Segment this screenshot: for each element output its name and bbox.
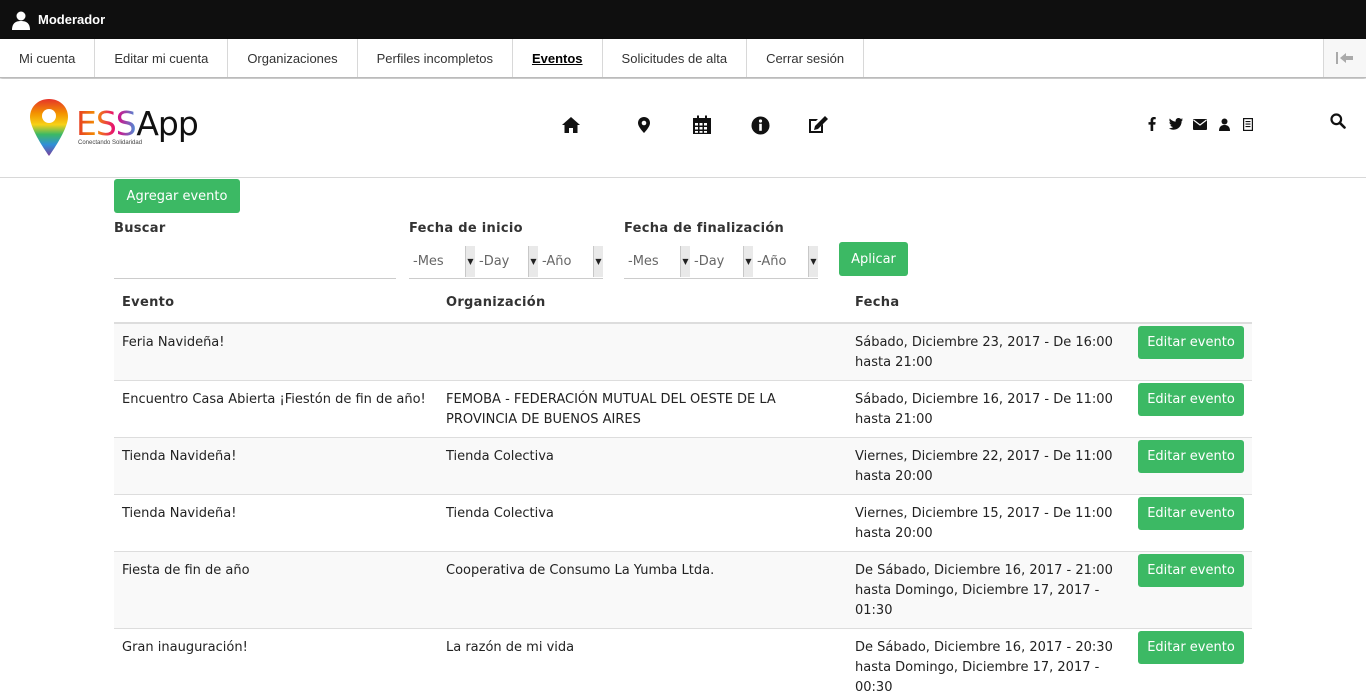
end-year-select[interactable]: -Año ▼ [753, 244, 818, 279]
event-name: Gran inauguración! [122, 640, 248, 655]
admin-toolbar: Moderador [0, 0, 1366, 39]
event-date: Viernes, Diciembre 22, 2017 - De 11:00 h… [855, 449, 1113, 484]
event-organization: La razón de mi vida [446, 640, 575, 655]
search-label: Buscar [114, 221, 166, 236]
event-name: Fiesta de fin de año [122, 563, 250, 578]
twitter-icon[interactable] [1164, 116, 1188, 132]
table-row: Fiesta de fin de año Cooperativa de Cons… [114, 552, 1252, 629]
end-date-label: Fecha de finalización [624, 221, 785, 236]
table-row: Encuentro Casa Abierta ¡Fiestón de fin d… [114, 381, 1252, 438]
edit-icon[interactable] [789, 113, 847, 137]
table-header: Evento Organización Fecha [114, 285, 1252, 324]
event-organization: Tienda Colectiva [446, 449, 554, 464]
event-date: De Sábado, Diciembre 16, 2017 - 20:30 ha… [855, 640, 1113, 695]
site-logo[interactable]: ESSApp Conectando Solidaridad [29, 98, 199, 158]
main-nav [557, 113, 847, 137]
table-row: Feria Navideña! Sábado, Diciembre 23, 20… [114, 324, 1252, 381]
start-month-value: -Mes [413, 253, 444, 269]
edit-event-button[interactable]: Editar evento [1138, 554, 1244, 587]
site-header: ESSApp Conectando Solidaridad [0, 79, 1366, 178]
info-icon[interactable] [731, 113, 789, 137]
search-input[interactable] [114, 244, 396, 279]
tab-organizaciones[interactable]: Organizaciones [228, 39, 358, 77]
social-links [1140, 116, 1260, 132]
home-icon[interactable] [557, 113, 615, 137]
start-date-label: Fecha de inicio [409, 221, 523, 236]
user-icon[interactable] [11, 10, 31, 30]
end-day-select[interactable]: -Day ▼ [690, 244, 753, 279]
edit-event-button[interactable]: Editar evento [1138, 440, 1244, 473]
tab-solicitudes-de-alta[interactable]: Solicitudes de alta [603, 39, 748, 77]
logo-wordmark: ESSApp [76, 104, 199, 143]
event-organization: FEMOBA - FEDERACIÓN MUTUAL DEL OESTE DE … [446, 392, 776, 427]
admin-tray: Mi cuenta Editar mi cuenta Organizacione… [0, 39, 1366, 78]
facebook-icon[interactable] [1140, 116, 1164, 132]
document-icon[interactable] [1236, 116, 1260, 132]
dropdown-arrow-icon: ▼ [465, 246, 475, 277]
calendar-icon[interactable] [673, 113, 731, 137]
events-table: Evento Organización Fecha Feria Navideña… [114, 285, 1252, 699]
envelope-icon[interactable] [1188, 116, 1212, 132]
event-name: Encuentro Casa Abierta ¡Fiestón de fin d… [122, 392, 426, 407]
edit-event-button[interactable]: Editar evento [1138, 326, 1244, 359]
tray-orientation-toggle[interactable] [1323, 39, 1366, 77]
tab-editar-mi-cuenta[interactable]: Editar mi cuenta [95, 39, 229, 77]
start-year-select[interactable]: -Año ▼ [538, 244, 603, 279]
table-row: Gran inauguración! La razón de mi vida D… [114, 629, 1252, 699]
edit-event-button[interactable]: Editar evento [1138, 631, 1244, 664]
user-icon[interactable] [1212, 116, 1236, 132]
search-icon[interactable] [1330, 113, 1346, 129]
collapse-left-icon [1336, 52, 1353, 64]
admin-user-label[interactable]: Moderador [38, 12, 105, 27]
map-marker-icon[interactable] [615, 113, 673, 137]
event-organization: Tienda Colectiva [446, 506, 554, 521]
event-date: Viernes, Diciembre 15, 2017 - De 11:00 h… [855, 506, 1113, 541]
apply-button[interactable]: Aplicar [839, 242, 908, 276]
column-header-organization: Organización [446, 295, 546, 310]
tab-perfiles-incompletos[interactable]: Perfiles incompletos [358, 39, 513, 77]
start-year-value: -Año [542, 253, 572, 269]
edit-event-button[interactable]: Editar evento [1138, 497, 1244, 530]
tab-cerrar-sesion[interactable]: Cerrar sesión [747, 39, 865, 77]
tab-mi-cuenta[interactable]: Mi cuenta [0, 39, 96, 77]
start-month-select[interactable]: -Mes ▼ [409, 244, 475, 279]
column-header-date: Fecha [855, 295, 900, 310]
start-day-select[interactable]: -Day ▼ [475, 244, 538, 279]
dropdown-arrow-icon: ▼ [528, 246, 538, 277]
event-name: Feria Navideña! [122, 335, 225, 350]
table-row: Tienda Navideña! Tienda Colectiva Vierne… [114, 438, 1252, 495]
tab-eventos[interactable]: Eventos [513, 39, 603, 77]
end-year-value: -Año [757, 253, 787, 269]
add-event-button[interactable]: Agregar evento [114, 179, 240, 213]
dropdown-arrow-icon: ▼ [808, 246, 818, 277]
event-name: Tienda Navideña! [122, 449, 237, 464]
dropdown-arrow-icon: ▼ [680, 246, 690, 277]
start-day-value: -Day [479, 253, 510, 269]
end-month-value: -Mes [628, 253, 659, 269]
column-header-event: Evento [122, 295, 175, 310]
event-organization: Cooperativa de Consumo La Yumba Ltda. [446, 563, 715, 578]
event-name: Tienda Navideña! [122, 506, 237, 521]
dropdown-arrow-icon: ▼ [743, 246, 753, 277]
end-month-select[interactable]: -Mes ▼ [624, 244, 690, 279]
table-row: Tienda Navideña! Tienda Colectiva Vierne… [114, 495, 1252, 552]
logo-tagline: Conectando Solidaridad [78, 140, 143, 146]
dropdown-arrow-icon: ▼ [593, 246, 603, 277]
event-date: Sábado, Diciembre 16, 2017 - De 11:00 ha… [855, 392, 1113, 427]
end-day-value: -Day [694, 253, 725, 269]
event-date: Sábado, Diciembre 23, 2017 - De 16:00 ha… [855, 335, 1113, 370]
edit-event-button[interactable]: Editar evento [1138, 383, 1244, 416]
event-date: De Sábado, Diciembre 16, 2017 - 21:00 ha… [855, 563, 1113, 618]
map-pin-logo-icon [30, 99, 68, 156]
